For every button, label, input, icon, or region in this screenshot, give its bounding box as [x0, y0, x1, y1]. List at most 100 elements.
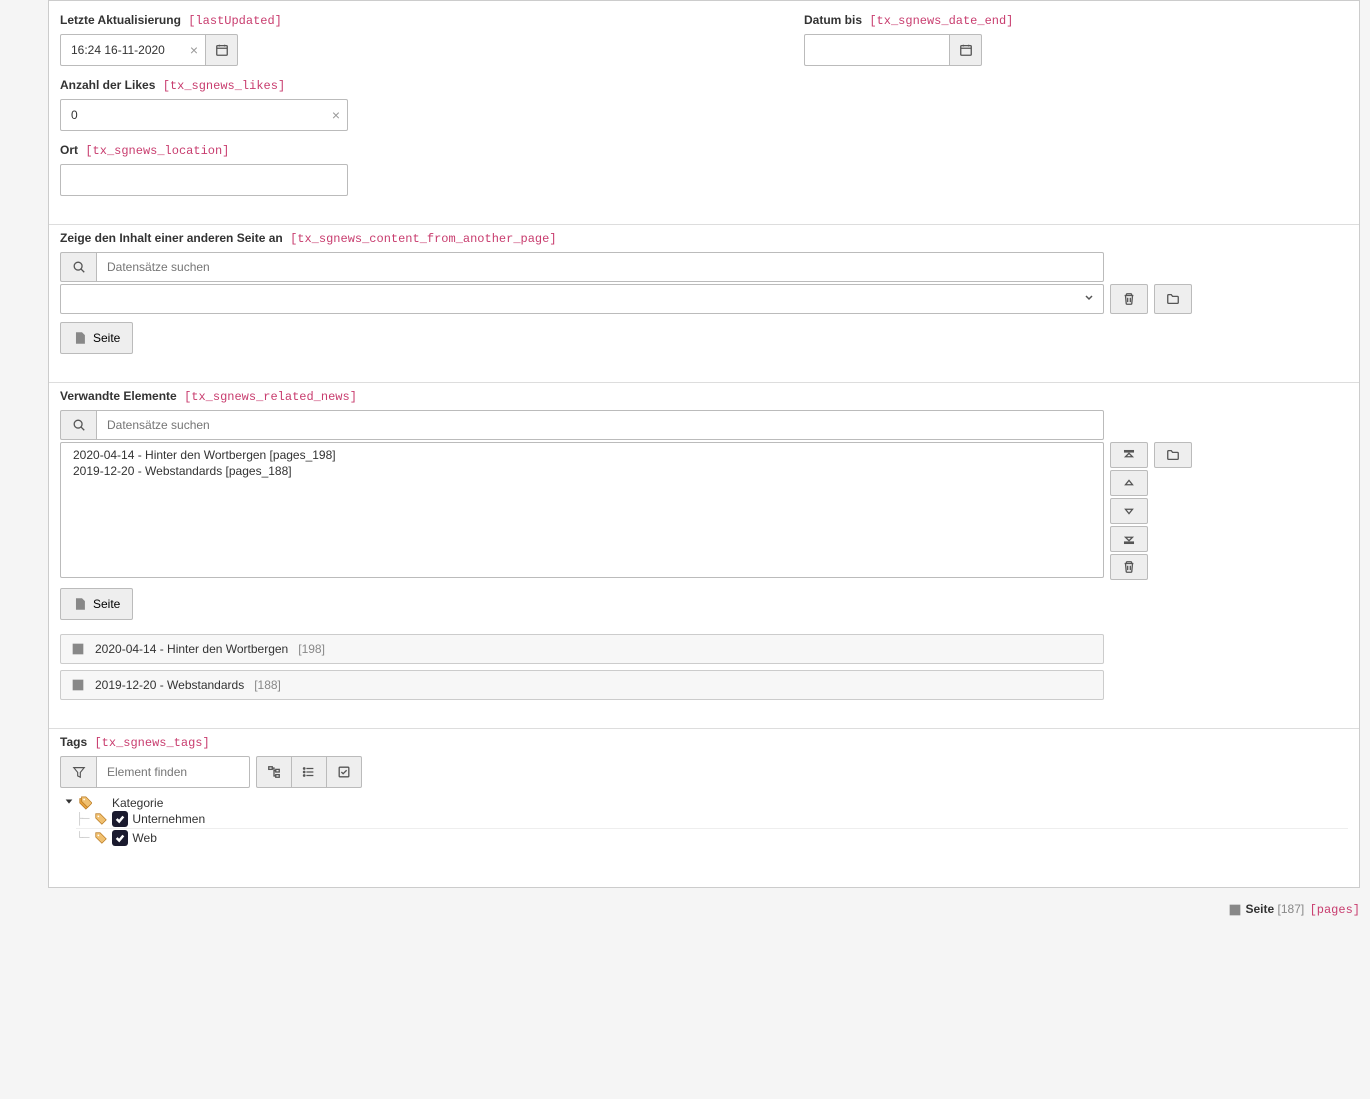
- search-input-related-news[interactable]: [96, 410, 1104, 440]
- move-up-icon: [1122, 476, 1136, 490]
- label-date-end: Datum bis [tx_sgnews_date_end]: [804, 13, 1370, 28]
- listbox-item[interactable]: 2020-04-14 - Hinter den Wortbergen [page…: [61, 447, 1103, 463]
- input-location[interactable]: [60, 164, 348, 196]
- listbox-item[interactable]: 2019-12-20 - Webstandards [pages_188]: [61, 463, 1103, 479]
- label-text: Ort: [60, 143, 78, 157]
- top-fields: Letzte Aktualisierung [lastUpdated] × An…: [49, 1, 1359, 196]
- tech-name: [tx_sgnews_tags]: [94, 736, 209, 750]
- section-tags: Tags [tx_sgnews_tags]: [49, 728, 1359, 847]
- browse-button[interactable]: [1154, 284, 1192, 314]
- calendar-button[interactable]: [950, 34, 982, 66]
- toggle-all-button[interactable]: [326, 756, 362, 788]
- label-text: Letzte Aktualisierung: [60, 13, 181, 27]
- tech-name: [tx_sgnews_date_end]: [869, 14, 1013, 28]
- tree-root[interactable]: Kategorie: [64, 796, 1348, 810]
- tech-name: [tx_sgnews_likes]: [163, 79, 285, 93]
- tree-item[interactable]: ├─ Unternehmen: [76, 810, 1348, 829]
- trash-icon: [1122, 560, 1136, 574]
- tree-root-label: Kategorie: [112, 796, 163, 810]
- field-likes: Anzahl der Likes [tx_sgnews_likes] ×: [60, 78, 704, 131]
- checkbox[interactable]: [112, 830, 128, 846]
- move-bottom-icon: [1122, 532, 1136, 546]
- record-title: 2020-04-14 - Hinter den Wortbergen: [95, 642, 288, 656]
- label-text: Anzahl der Likes: [60, 78, 155, 92]
- tags-filter-input[interactable]: [96, 756, 250, 788]
- section-related-news: Verwandte Elemente [tx_sgnews_related_ne…: [49, 382, 1359, 700]
- filter-icon: [72, 765, 86, 779]
- move-top-button[interactable]: [1110, 442, 1148, 468]
- inline-record[interactable]: 2020-04-14 - Hinter den Wortbergen [198]: [60, 634, 1104, 664]
- label-last-updated: Letzte Aktualisierung [lastUpdated]: [60, 13, 704, 28]
- tech-name: [tx_sgnews_content_from_another_page]: [290, 232, 556, 246]
- move-down-icon: [1122, 504, 1136, 518]
- delete-button[interactable]: [1110, 554, 1148, 580]
- collapse-icon[interactable]: [64, 796, 74, 810]
- listbox-related-news[interactable]: 2020-04-14 - Hinter den Wortbergen [page…: [60, 442, 1104, 578]
- browse-button[interactable]: [1154, 442, 1192, 468]
- calendar-icon: [215, 43, 229, 57]
- record-title: 2019-12-20 - Webstandards: [95, 678, 244, 692]
- footer-status: Seite [187] [pages]: [48, 898, 1360, 927]
- record-id: [198]: [298, 642, 325, 656]
- checkbox[interactable]: [112, 811, 128, 827]
- input-likes[interactable]: [60, 99, 348, 131]
- tech-name: [tx_sgnews_location]: [85, 144, 229, 158]
- record-icon: [71, 642, 85, 656]
- page-button[interactable]: Seite: [60, 322, 133, 354]
- list-controls-col2: [1154, 442, 1192, 580]
- search-icon-box: [60, 252, 96, 282]
- move-bottom-button[interactable]: [1110, 526, 1148, 552]
- label-related-news: Verwandte Elemente [tx_sgnews_related_ne…: [60, 389, 1348, 404]
- footer-label: Seite: [1246, 902, 1275, 916]
- label-tags: Tags [tx_sgnews_tags]: [60, 735, 1348, 750]
- tree-item[interactable]: └─ Web: [76, 829, 1348, 847]
- search-icon-box: [60, 410, 96, 440]
- tag-icon: [94, 812, 108, 826]
- delete-button[interactable]: [1110, 284, 1148, 314]
- tree-branch-icon: └─: [76, 831, 90, 845]
- page-button-related[interactable]: Seite: [60, 588, 133, 620]
- chevron-down-icon: [1083, 292, 1095, 307]
- form-panel: Letzte Aktualisierung [lastUpdated] × An…: [48, 0, 1360, 888]
- list-icon: [302, 765, 316, 779]
- clear-icon[interactable]: ×: [324, 99, 348, 131]
- section-content-from-page: Zeige den Inhalt einer anderen Seite an …: [49, 224, 1359, 354]
- move-top-icon: [1122, 448, 1136, 462]
- folder-icon: [1166, 292, 1180, 306]
- tree-icon: [267, 765, 281, 779]
- search-input-content-page[interactable]: [96, 252, 1104, 282]
- filter-icon-box: [60, 756, 96, 788]
- trash-icon: [1122, 292, 1136, 306]
- category-icon: [78, 796, 92, 810]
- tech-name: [lastUpdated]: [188, 14, 282, 28]
- calendar-button[interactable]: [206, 34, 238, 66]
- page-icon: [73, 331, 87, 345]
- input-date-end[interactable]: [804, 34, 950, 66]
- folder-icon: [1166, 448, 1180, 462]
- record-icon: [1228, 903, 1242, 917]
- move-up-button[interactable]: [1110, 470, 1148, 496]
- inline-record[interactable]: 2019-12-20 - Webstandards [188]: [60, 670, 1104, 700]
- clear-icon[interactable]: ×: [182, 34, 206, 66]
- tree-branch-icon: ├─: [76, 812, 90, 826]
- field-date-end: Datum bis [tx_sgnews_date_end]: [804, 13, 1370, 66]
- field-location: Ort [tx_sgnews_location]: [60, 143, 704, 196]
- label-text: Verwandte Elemente: [60, 389, 177, 403]
- tech-name: [tx_sgnews_related_news]: [184, 390, 357, 404]
- tree-item-label: Web: [132, 831, 156, 845]
- footer-id: [187]: [1278, 902, 1305, 916]
- field-last-updated: Letzte Aktualisierung [lastUpdated] ×: [60, 13, 704, 66]
- label-text: Datum bis: [804, 13, 862, 27]
- label-location: Ort [tx_sgnews_location]: [60, 143, 704, 158]
- search-icon: [72, 260, 86, 274]
- list-view-button[interactable]: [291, 756, 327, 788]
- page-button-label: Seite: [93, 331, 120, 345]
- search-icon: [72, 418, 86, 432]
- label-content-from-page: Zeige den Inhalt einer anderen Seite an …: [60, 231, 1348, 246]
- move-down-button[interactable]: [1110, 498, 1148, 524]
- page-button-label: Seite: [93, 597, 120, 611]
- select-content-page[interactable]: [60, 284, 1104, 314]
- record-icon: [71, 678, 85, 692]
- tags-tree: Kategorie ├─ Unternehmen └─: [60, 796, 1348, 847]
- tree-view-button[interactable]: [256, 756, 292, 788]
